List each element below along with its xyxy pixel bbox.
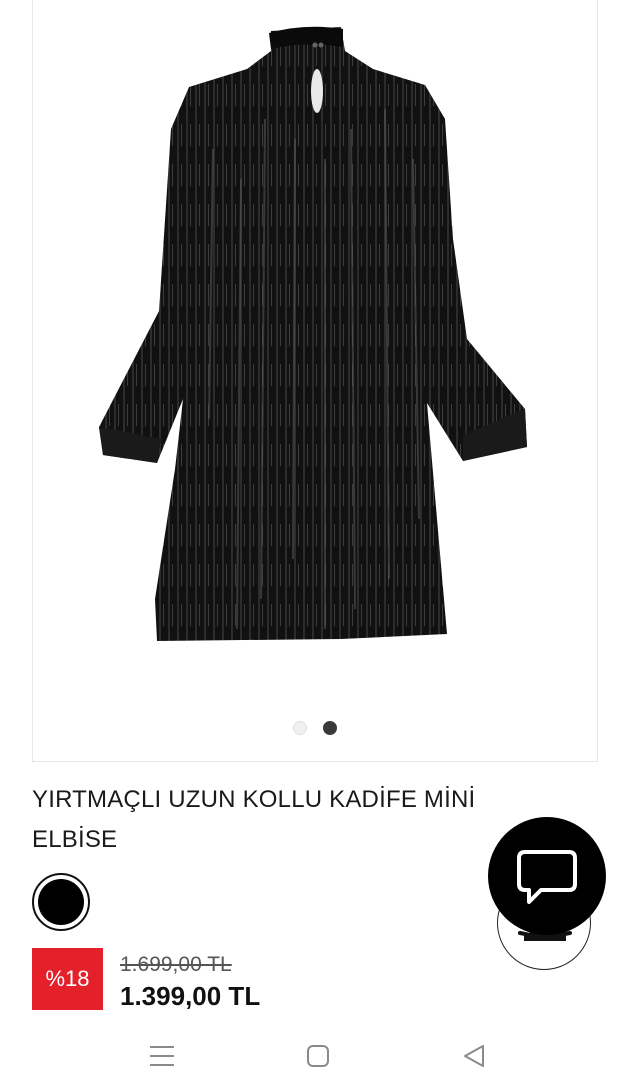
color-swatch-fill <box>38 879 84 925</box>
home-icon <box>307 1045 329 1067</box>
gallery-pagination <box>33 721 597 739</box>
back-icon <box>464 1045 484 1067</box>
black-dress-image <box>99 26 527 641</box>
old-price: 1.699,00 TL <box>120 953 232 976</box>
product-image-gallery[interactable] <box>32 0 598 762</box>
color-swatch-black[interactable] <box>32 873 90 931</box>
gallery-dot-2[interactable] <box>323 721 337 735</box>
product-title: YIRTMAÇLI UZUN KOLLU KADİFE MİNİ ELBİSE <box>32 786 476 853</box>
product-page: YIRTMAÇLI UZUN KOLLU KADİFE MİNİ ELBİSE … <box>0 0 630 1090</box>
menu-button[interactable] <box>142 1038 182 1074</box>
system-nav-bar <box>0 1024 630 1090</box>
gallery-dot-1[interactable] <box>293 721 307 735</box>
menu-icon <box>150 1046 174 1066</box>
new-price: 1.399,00 TL <box>120 981 261 1011</box>
home-button[interactable] <box>298 1038 338 1074</box>
chat-button[interactable] <box>488 817 606 935</box>
back-button[interactable] <box>454 1038 494 1074</box>
chat-bubble-icon <box>517 850 577 904</box>
discount-badge: %18 <box>32 948 103 1010</box>
